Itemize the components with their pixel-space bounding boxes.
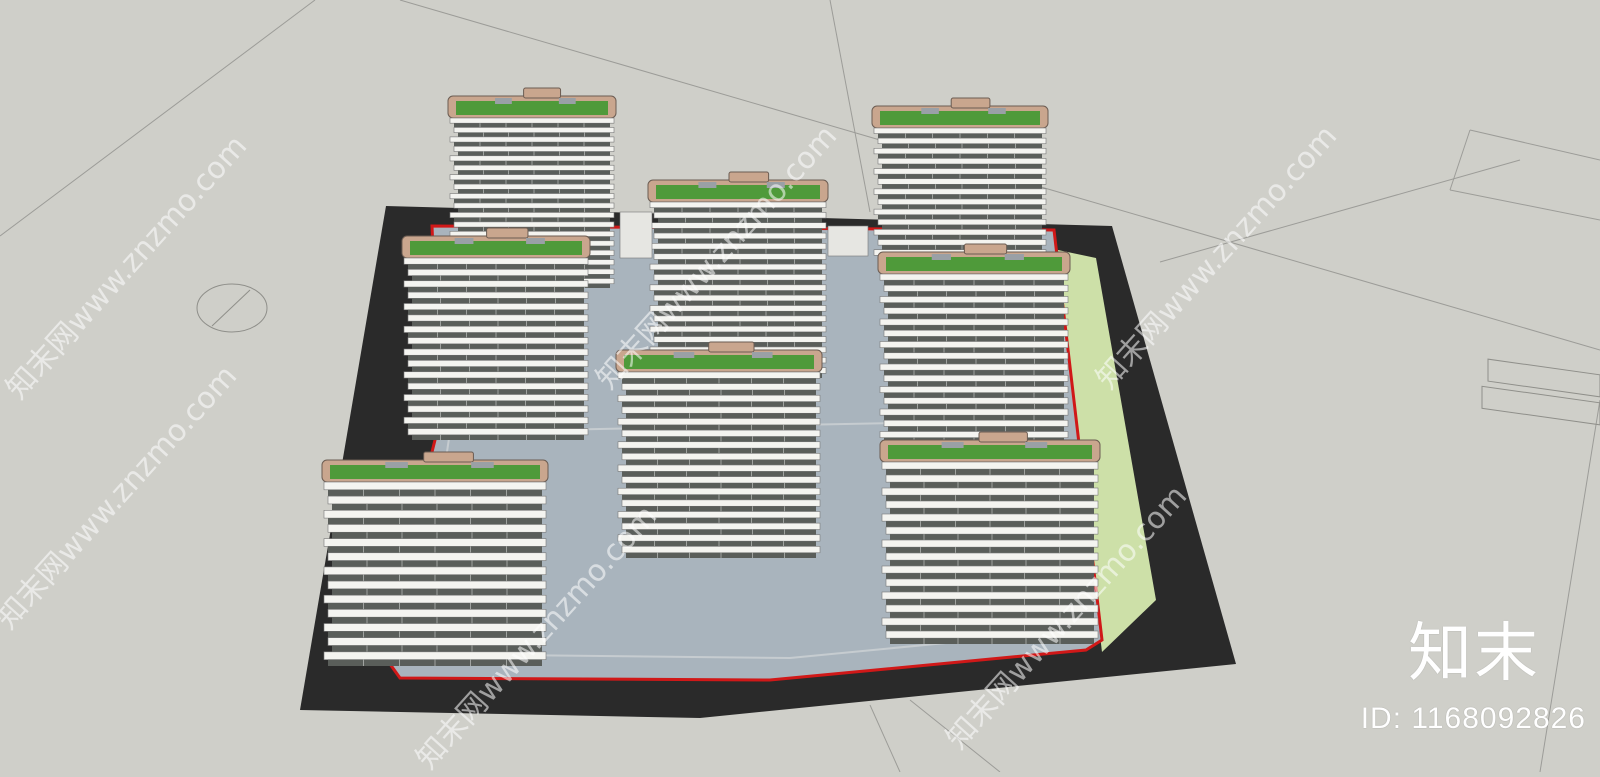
tower-east (877, 243, 1071, 454)
neighbor-buildings-outline (1481, 358, 1600, 426)
tower-north-right (871, 97, 1049, 270)
tower-southeast (879, 431, 1101, 644)
brand-logo: 知末 (1408, 617, 1540, 691)
site-model-scene (0, 0, 1600, 773)
north-arrow-icon (196, 283, 268, 333)
tower-west (401, 227, 591, 440)
tower-center (615, 341, 823, 558)
tower-southwest (321, 451, 549, 666)
connector-bridge-east (827, 225, 869, 257)
model-id-label: ID: 1168092826 (1360, 702, 1586, 735)
connector-bridge (619, 211, 653, 259)
model-viewport[interactable]: 知末网www.znzmo.com 知末网www.znzmo.com 知末网www… (0, 0, 1600, 776)
